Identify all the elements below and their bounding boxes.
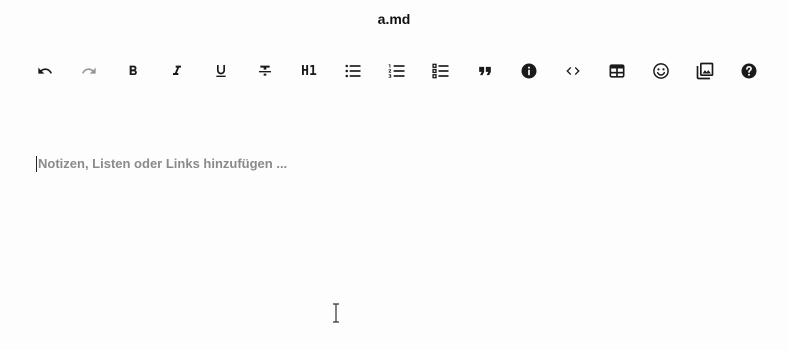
strikethrough-button[interactable] (254, 60, 276, 82)
italic-button[interactable] (166, 60, 188, 82)
bold-icon (129, 65, 137, 75)
info-button[interactable] (518, 60, 540, 82)
table-button[interactable] (606, 60, 628, 82)
emoji-button[interactable] (650, 60, 672, 82)
help-icon (741, 63, 757, 79)
redo-button[interactable] (78, 60, 100, 82)
table-icon (609, 64, 625, 78)
ordered-list-icon (388, 64, 405, 78)
underline-button[interactable] (210, 60, 232, 82)
code-button[interactable] (562, 60, 584, 82)
blockquote-button[interactable] (474, 60, 496, 82)
italic-icon (173, 65, 181, 75)
undo-button[interactable] (34, 60, 56, 82)
strikethrough-icon (259, 65, 271, 76)
bold-button[interactable] (122, 60, 144, 82)
editor-area[interactable]: Notizen, Listen oder Links hinzufügen ..… (36, 150, 756, 330)
quote-icon (479, 66, 491, 76)
checklist-button[interactable] (430, 60, 452, 82)
info-icon (521, 63, 537, 79)
image-button[interactable] (694, 60, 716, 82)
image-icon (696, 62, 714, 80)
underline-icon (216, 65, 226, 77)
heading-icon: H1 (301, 63, 317, 79)
text-caret (36, 156, 37, 172)
checklist-icon (432, 63, 449, 79)
editor-placeholder: Notizen, Listen oder Links hinzufügen ..… (38, 156, 288, 171)
text-cursor-icon (333, 303, 339, 323)
bullet-list-icon (345, 64, 361, 78)
help-button[interactable] (738, 60, 760, 82)
heading-button[interactable]: H1 (298, 60, 320, 82)
ordered-list-button[interactable] (386, 60, 408, 82)
redo-icon (82, 67, 96, 74)
formatting-toolbar: H1 (34, 60, 760, 82)
emoji-icon (653, 63, 669, 79)
code-icon (566, 67, 580, 75)
undo-icon (38, 67, 52, 74)
bullet-list-button[interactable] (342, 60, 364, 82)
document-title: a.md (377, 11, 411, 27)
